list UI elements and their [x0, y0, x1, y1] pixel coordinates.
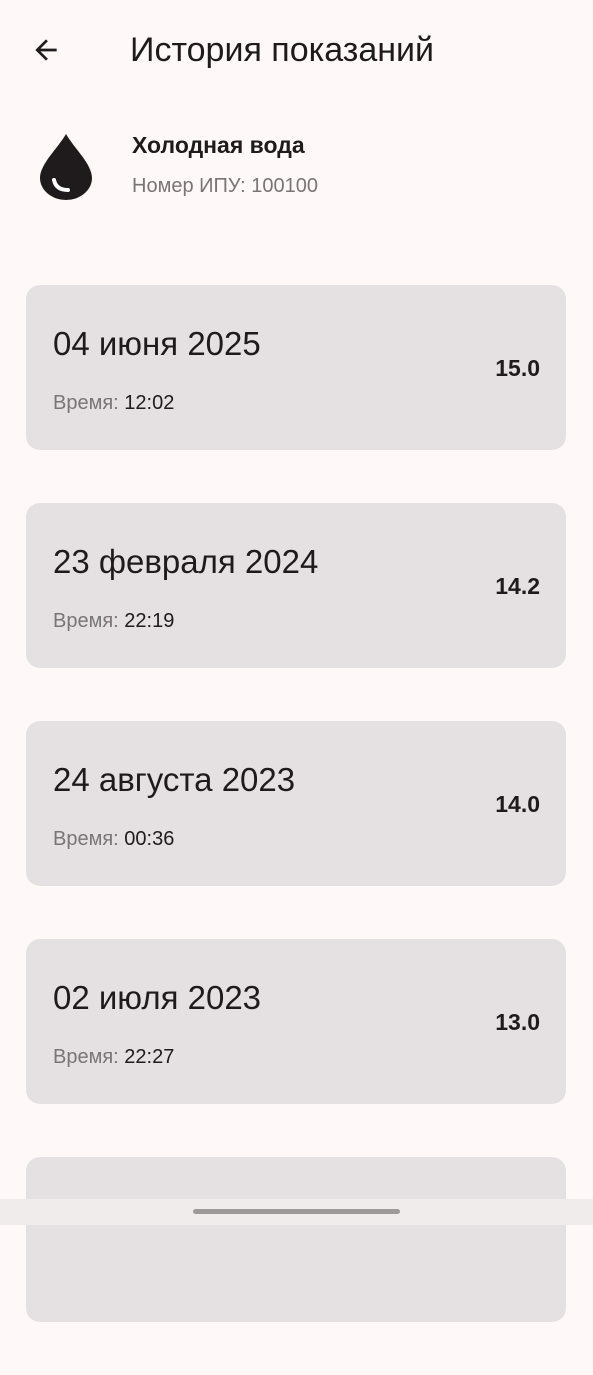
reading-date: 24 августа 2023	[53, 761, 296, 798]
reading-time-value: 22:27	[124, 1046, 175, 1068]
meter-number-value: 100100	[251, 175, 319, 197]
meter-header: Холодная вода Номер ИПУ: 100100	[0, 120, 593, 220]
reading-card[interactable]: 23 февраля 2024 Время: 22:19 14.2	[26, 503, 566, 668]
reading-card-partial[interactable]	[26, 1157, 566, 1322]
system-nav-bar	[0, 1199, 593, 1225]
app-bar: История показаний	[0, 0, 593, 100]
reading-time-value: 12:02	[124, 392, 175, 414]
reading-date: 04 июня 2025	[53, 325, 261, 362]
reading-value: 13.0	[495, 1009, 540, 1035]
page-title: История показаний	[130, 31, 435, 69]
meter-number: Номер ИПУ: 100100	[132, 172, 318, 200]
reading-time: Время: 00:36	[53, 825, 174, 853]
water-drop-icon	[40, 134, 92, 200]
reading-time-value: 22:19	[124, 610, 175, 632]
reading-time: Время: 12:02	[53, 389, 174, 417]
reading-date: 23 февраля 2024	[53, 543, 319, 580]
reading-time-label: Время:	[53, 1046, 119, 1068]
reading-value: 14.0	[495, 791, 540, 817]
home-indicator[interactable]	[193, 1209, 400, 1214]
reading-time-label: Время:	[53, 828, 119, 850]
reading-date: 02 июля 2023	[53, 979, 262, 1016]
meter-number-label: Номер ИПУ:	[132, 175, 246, 197]
arrow-back-icon	[35, 39, 57, 61]
back-button[interactable]	[22, 26, 70, 74]
reading-time-value: 00:36	[124, 828, 175, 850]
reading-card[interactable]: 04 июня 2025 Время: 12:02 15.0	[26, 285, 566, 450]
reading-time-label: Время:	[53, 610, 119, 632]
reading-time-label: Время:	[53, 392, 119, 414]
reading-card[interactable]: 02 июля 2023 Время: 22:27 13.0	[26, 939, 566, 1104]
reading-card[interactable]: 24 августа 2023 Время: 00:36 14.0	[26, 721, 566, 886]
meter-name: Холодная вода	[132, 132, 305, 158]
reading-time: Время: 22:27	[53, 1043, 174, 1071]
reading-value: 15.0	[495, 355, 540, 381]
reading-value: 14.2	[495, 573, 540, 599]
reading-time: Время: 22:19	[53, 607, 174, 635]
